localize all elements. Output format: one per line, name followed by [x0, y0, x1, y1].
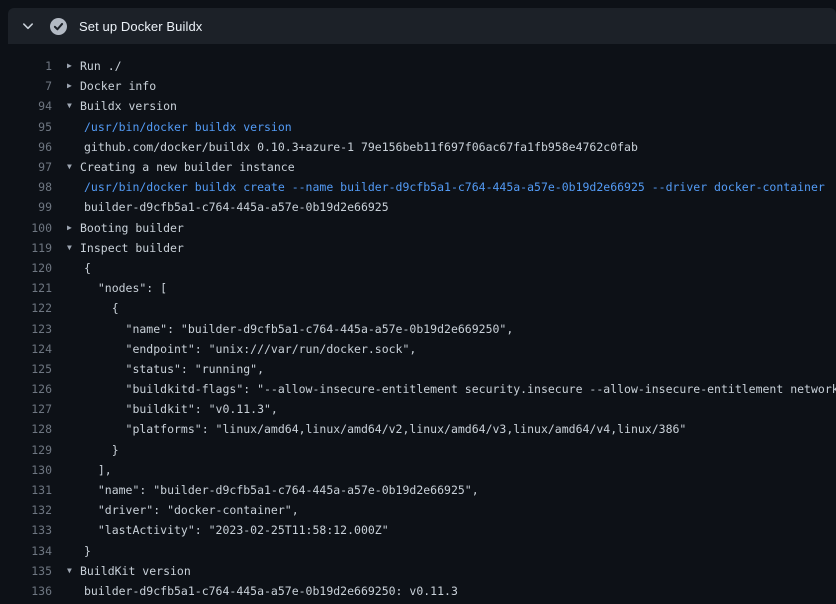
- log-line: 122 {: [0, 298, 836, 318]
- log-line: 126 "buildkitd-flags": "--allow-insecure…: [0, 379, 836, 399]
- chevron-down-icon[interactable]: [20, 18, 36, 34]
- line-number[interactable]: 129: [0, 443, 52, 457]
- log-line: 132 "driver": "docker-container",: [0, 500, 836, 520]
- line-text: "name": "builder-d9cfb5a1-c764-445a-a57e…: [84, 483, 479, 497]
- log-line: 131 "name": "builder-d9cfb5a1-c764-445a-…: [0, 480, 836, 500]
- collapse-group-icon[interactable]: ▼: [52, 163, 80, 171]
- line-text: "platforms": "linux/amd64,linux/amd64/v2…: [84, 422, 686, 436]
- line-text: github.com/docker/buildx 0.10.3+azure-1 …: [84, 140, 638, 154]
- line-number[interactable]: 99: [0, 200, 52, 214]
- expand-group-icon[interactable]: ▶: [52, 82, 80, 90]
- log-line: 124 "endpoint": "unix:///var/run/docker.…: [0, 339, 836, 359]
- log-line: 127 "buildkit": "v0.11.3",: [0, 399, 836, 419]
- log-line: 95 /usr/bin/docker buildx version: [0, 117, 836, 137]
- line-number[interactable]: 121: [0, 281, 52, 295]
- line-text: {: [84, 261, 91, 275]
- line-text: }: [84, 544, 91, 558]
- line-number[interactable]: 7: [0, 79, 52, 93]
- log-group-header[interactable]: 94 ▼ Buildx version: [0, 96, 836, 116]
- log-line: 123 "name": "builder-d9cfb5a1-c764-445a-…: [0, 318, 836, 338]
- step-header[interactable]: Set up Docker Buildx: [8, 8, 836, 44]
- log-group-header[interactable]: 97 ▼ Creating a new builder instance: [0, 157, 836, 177]
- line-number[interactable]: 123: [0, 322, 52, 336]
- line-text: "lastActivity": "2023-02-25T11:58:12.000…: [84, 523, 389, 537]
- line-number[interactable]: 96: [0, 140, 52, 154]
- actions-log-viewer: Set up Docker Buildx 1 ▶ Run ./ 7 ▶ Dock…: [0, 0, 836, 604]
- line-text: Creating a new builder instance: [80, 160, 295, 174]
- step-title: Set up Docker Buildx: [79, 19, 202, 34]
- line-text: Booting builder: [80, 221, 184, 235]
- line-number[interactable]: 132: [0, 503, 52, 517]
- line-number[interactable]: 124: [0, 342, 52, 356]
- log-line: 99 builder-d9cfb5a1-c764-445a-a57e-0b19d…: [0, 197, 836, 217]
- line-text: }: [84, 443, 119, 457]
- line-text: "buildkitd-flags": "--allow-insecure-ent…: [84, 382, 836, 396]
- line-number[interactable]: 95: [0, 120, 52, 134]
- line-text: /usr/bin/docker buildx version: [84, 120, 292, 134]
- line-text: builder-d9cfb5a1-c764-445a-a57e-0b19d2e6…: [84, 200, 389, 214]
- log-line: 98 /usr/bin/docker buildx create --name …: [0, 177, 836, 197]
- line-number[interactable]: 135: [0, 564, 52, 578]
- log-line: 96 github.com/docker/buildx 0.10.3+azure…: [0, 137, 836, 157]
- line-text: builder-d9cfb5a1-c764-445a-a57e-0b19d2e6…: [84, 584, 458, 598]
- collapse-group-icon[interactable]: ▼: [52, 102, 80, 110]
- line-number[interactable]: 119: [0, 241, 52, 255]
- line-text: "status": "running",: [84, 362, 264, 376]
- line-text: Buildx version: [80, 99, 177, 113]
- log-line: 128 "platforms": "linux/amd64,linux/amd6…: [0, 419, 836, 439]
- expand-group-icon[interactable]: ▶: [52, 62, 80, 70]
- line-number[interactable]: 134: [0, 544, 52, 558]
- log-line: 133 "lastActivity": "2023-02-25T11:58:12…: [0, 520, 836, 540]
- line-text: ],: [84, 463, 112, 477]
- line-number[interactable]: 126: [0, 382, 52, 396]
- log-line: 130 ],: [0, 460, 836, 480]
- log-line: 120 {: [0, 258, 836, 278]
- line-text: "buildkit": "v0.11.3",: [84, 402, 278, 416]
- line-text: "nodes": [: [84, 281, 167, 295]
- line-text: "endpoint": "unix:///var/run/docker.sock…: [84, 342, 416, 356]
- log-line: 129 }: [0, 440, 836, 460]
- log-group-header[interactable]: 7 ▶ Docker info: [0, 76, 836, 96]
- log-line: 134 }: [0, 541, 836, 561]
- log-group-header[interactable]: 135 ▼ BuildKit version: [0, 561, 836, 581]
- line-number[interactable]: 94: [0, 99, 52, 113]
- line-text: {: [84, 301, 119, 315]
- check-circle-icon: [50, 18, 67, 35]
- line-number[interactable]: 1: [0, 59, 52, 73]
- log-group-header[interactable]: 119 ▼ Inspect builder: [0, 238, 836, 258]
- log-line: 125 "status": "running",: [0, 359, 836, 379]
- line-text: "driver": "docker-container",: [84, 503, 299, 517]
- line-text: Inspect builder: [80, 241, 184, 255]
- log-lines: 1 ▶ Run ./ 7 ▶ Docker info 94 ▼ Buildx v…: [0, 44, 836, 604]
- line-text: /usr/bin/docker buildx create --name bui…: [84, 180, 825, 194]
- line-number[interactable]: 128: [0, 422, 52, 436]
- line-text: Run ./: [80, 59, 122, 73]
- line-number[interactable]: 97: [0, 160, 52, 174]
- line-number[interactable]: 131: [0, 483, 52, 497]
- expand-group-icon[interactable]: ▶: [52, 224, 80, 232]
- line-text: BuildKit version: [80, 564, 191, 578]
- line-number[interactable]: 133: [0, 523, 52, 537]
- line-number[interactable]: 136: [0, 584, 52, 598]
- line-number[interactable]: 98: [0, 180, 52, 194]
- line-number[interactable]: 100: [0, 221, 52, 235]
- line-number[interactable]: 127: [0, 402, 52, 416]
- collapse-group-icon[interactable]: ▼: [52, 567, 80, 575]
- collapse-group-icon[interactable]: ▼: [52, 244, 80, 252]
- log-line: 136 builder-d9cfb5a1-c764-445a-a57e-0b19…: [0, 581, 836, 601]
- line-text: Docker info: [80, 79, 156, 93]
- line-number[interactable]: 130: [0, 463, 52, 477]
- line-number[interactable]: 122: [0, 301, 52, 315]
- line-number[interactable]: 120: [0, 261, 52, 275]
- line-text: "name": "builder-d9cfb5a1-c764-445a-a57e…: [84, 322, 513, 336]
- log-group-header[interactable]: 100 ▶ Booting builder: [0, 218, 836, 238]
- log-group-header[interactable]: 1 ▶ Run ./: [0, 56, 836, 76]
- line-number[interactable]: 125: [0, 362, 52, 376]
- log-line: 121 "nodes": [: [0, 278, 836, 298]
